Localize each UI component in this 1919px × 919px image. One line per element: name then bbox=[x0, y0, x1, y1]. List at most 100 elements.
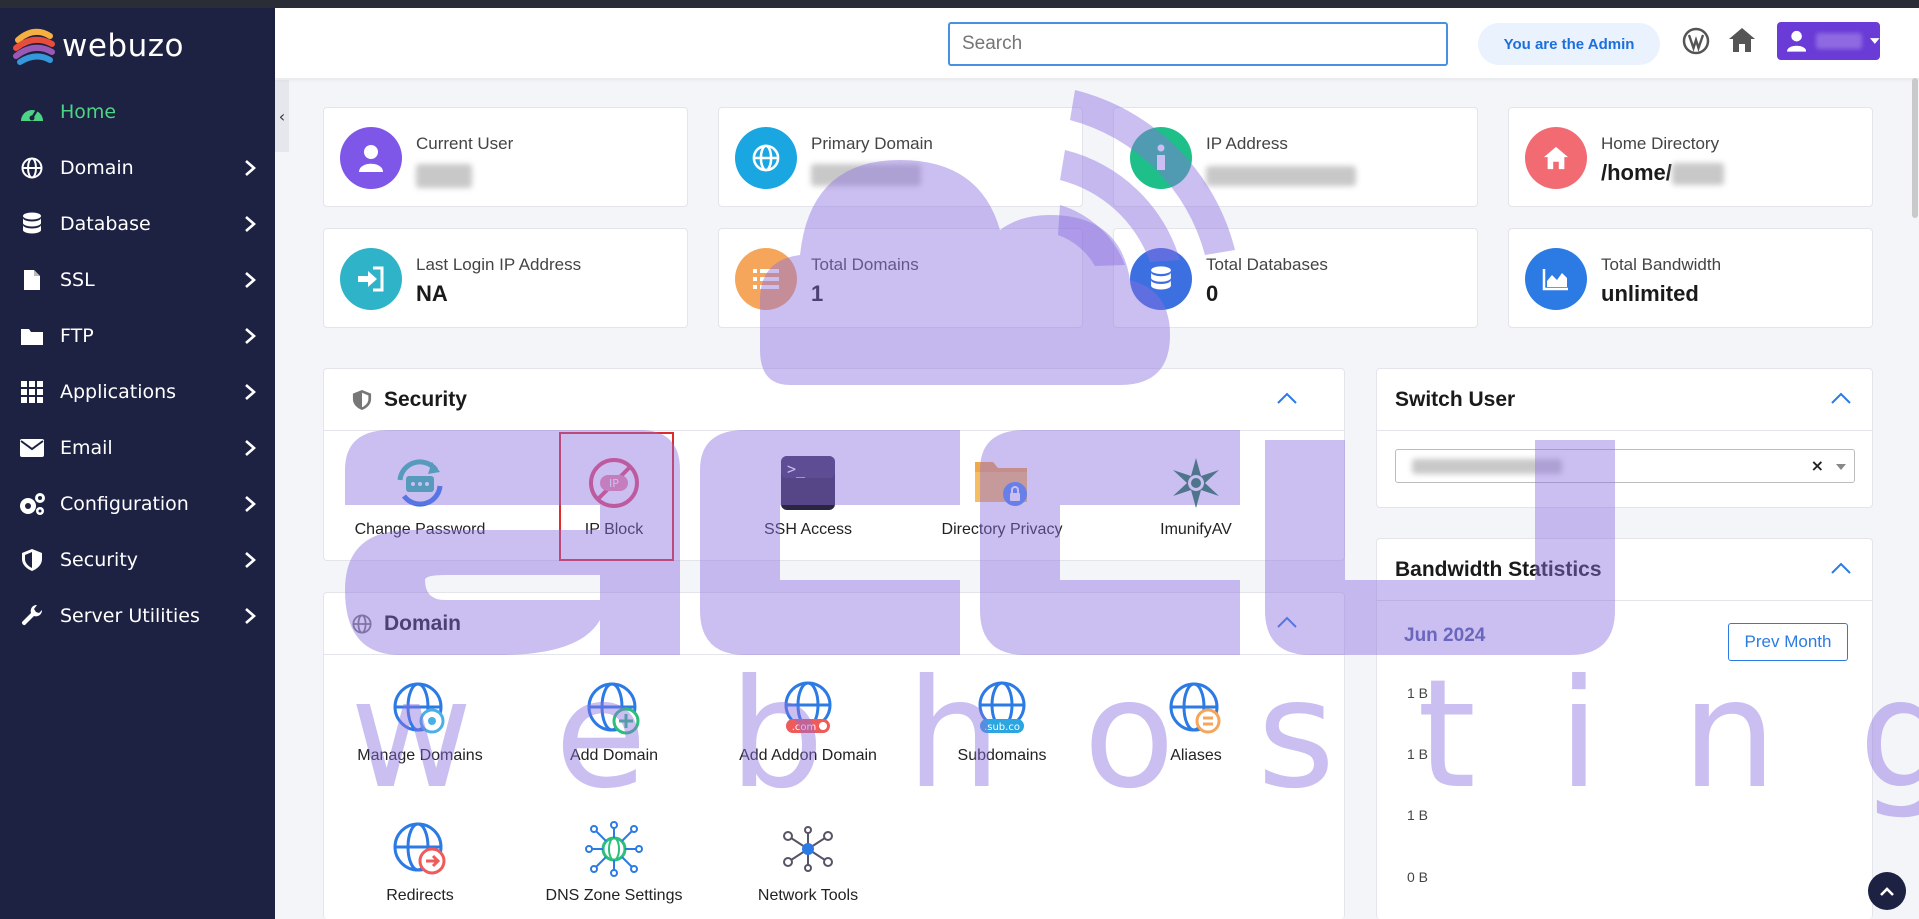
current-month: Jun 2024 bbox=[1404, 625, 1486, 646]
tool-subdomains[interactable]: .sub.co Subdomains bbox=[912, 681, 1092, 766]
chevron-right-icon bbox=[245, 496, 256, 512]
stat-card-current-user: Current User bbox=[323, 107, 688, 207]
admin-badge[interactable]: You are the Admin bbox=[1478, 23, 1660, 65]
tool-network-tools[interactable]: Network Tools bbox=[718, 821, 898, 906]
user-menu-button[interactable] bbox=[1777, 22, 1880, 60]
sidebar-item-label: Database bbox=[60, 213, 151, 235]
chevron-right-icon bbox=[245, 272, 256, 288]
sidebar-item-label: Email bbox=[60, 437, 113, 459]
globe-redirect-icon bbox=[393, 822, 446, 875]
sidebar-item-server-utilities[interactable]: Server Utilities bbox=[0, 588, 275, 644]
com-badge-text: .com bbox=[792, 722, 817, 733]
sidebar-item-home[interactable]: Home bbox=[0, 84, 275, 140]
clear-selection-icon[interactable]: × bbox=[1811, 456, 1824, 475]
home-icon[interactable] bbox=[1727, 26, 1757, 54]
tool-label: Network Tools bbox=[757, 887, 859, 904]
sidebar-item-label: Applications bbox=[60, 381, 177, 403]
shield-icon bbox=[352, 389, 372, 410]
chevron-up-icon[interactable] bbox=[1276, 615, 1298, 629]
scroll-to-top-button[interactable] bbox=[1868, 872, 1906, 910]
sidebar-item-database[interactable]: Database bbox=[0, 196, 275, 252]
caret-down-icon bbox=[1870, 38, 1880, 44]
tool-label: Change Password bbox=[354, 521, 486, 538]
tool-change-password[interactable]: Change Password bbox=[330, 455, 510, 540]
brand[interactable]: webuzo bbox=[12, 22, 184, 70]
tool-label: Aliases bbox=[1170, 747, 1222, 764]
tool-add-addon-domain[interactable]: .com Add Addon Domain bbox=[718, 681, 898, 766]
redacted-value bbox=[811, 164, 921, 186]
tool-add-domain[interactable]: Add Domain bbox=[524, 681, 704, 766]
stat-circle bbox=[735, 127, 797, 189]
stat-circle bbox=[1525, 248, 1587, 310]
folder-lock-icon bbox=[975, 462, 1027, 506]
bandwidth-header[interactable]: Bandwidth Statistics bbox=[1377, 539, 1872, 601]
chevron-right-icon bbox=[245, 440, 256, 456]
stat-circle bbox=[1130, 248, 1192, 310]
tool-imunifyav[interactable]: ImunifyAV bbox=[1106, 455, 1286, 540]
tool-label: DNS Zone Settings bbox=[545, 887, 683, 904]
switch-user-header[interactable]: Switch User bbox=[1377, 369, 1872, 431]
shield-icon bbox=[22, 549, 42, 571]
stat-value bbox=[811, 160, 921, 192]
list-icon bbox=[753, 269, 779, 289]
wordpress-icon[interactable] bbox=[1681, 26, 1711, 56]
tool-manage-domains[interactable]: Manage Domains bbox=[330, 681, 510, 766]
sidebar-item-configuration[interactable]: Configuration bbox=[0, 476, 275, 532]
stat-value: NA bbox=[416, 281, 448, 306]
sidebar-item-applications[interactable]: Applications bbox=[0, 364, 275, 420]
switch-user-select[interactable]: × bbox=[1395, 449, 1855, 483]
stat-circle bbox=[340, 248, 402, 310]
sidebar-item-email[interactable]: Email bbox=[0, 420, 275, 476]
tool-label: Manage Domains bbox=[357, 747, 483, 764]
sidebar-item-domain[interactable]: Domain bbox=[0, 140, 275, 196]
imunifyav-icon bbox=[1173, 458, 1219, 508]
file-icon bbox=[24, 270, 40, 290]
dashboard-icon bbox=[21, 109, 43, 121]
sidebar-collapse-toggle[interactable]: ‹ bbox=[275, 80, 289, 152]
terminal-icon: >_ bbox=[781, 456, 835, 510]
search-input[interactable] bbox=[948, 22, 1448, 66]
y-tick: 0 B bbox=[1407, 869, 1429, 885]
globe-add-icon bbox=[587, 682, 640, 735]
tool-directory-privacy[interactable]: Directory Privacy bbox=[912, 455, 1092, 540]
chevron-right-icon bbox=[245, 328, 256, 344]
sidebar-item-ftp[interactable]: FTP bbox=[0, 308, 275, 364]
user-icon bbox=[1787, 30, 1807, 52]
tool-dns-zone-settings[interactable]: DNS Zone Settings bbox=[524, 821, 704, 906]
stat-card-primary-domain: Primary Domain bbox=[718, 107, 1083, 207]
folder-icon bbox=[21, 329, 43, 345]
sub-badge-text: .sub.co bbox=[984, 722, 1020, 733]
window-top-strip bbox=[0, 0, 1919, 8]
brand-name: webuzo bbox=[62, 28, 184, 64]
stat-label: Primary Domain bbox=[811, 134, 933, 153]
tool-redirects[interactable]: Redirects bbox=[330, 821, 510, 906]
chevron-up-icon[interactable] bbox=[1830, 561, 1852, 575]
stat-value bbox=[1206, 160, 1356, 192]
switch-user-panel: Switch User × bbox=[1376, 368, 1873, 508]
sidebar-item-label: Home bbox=[60, 101, 117, 123]
info-icon bbox=[1157, 144, 1165, 170]
stat-value: 0 bbox=[1206, 281, 1219, 306]
chevron-left-icon: ‹ bbox=[278, 106, 286, 126]
stat-label: Current User bbox=[416, 134, 514, 153]
globe-icon bbox=[21, 157, 43, 179]
prev-month-button[interactable]: Prev Month bbox=[1728, 623, 1848, 661]
chevron-up-icon[interactable] bbox=[1830, 391, 1852, 405]
bandwidth-panel: Bandwidth Statistics Jun 2024 Prev Month… bbox=[1376, 538, 1873, 919]
y-tick: 1 B bbox=[1407, 807, 1429, 823]
network-nodes-icon bbox=[783, 826, 833, 872]
tool-label: Redirects bbox=[386, 887, 454, 904]
tool-aliases[interactable]: Aliases bbox=[1106, 681, 1286, 766]
security-panel-header[interactable]: Security bbox=[324, 369, 1344, 431]
domain-panel-header[interactable]: Domain bbox=[324, 593, 1344, 655]
sidebar-item-ssl[interactable]: SSL bbox=[0, 252, 275, 308]
tool-ssh-access[interactable]: >_ SSH Access bbox=[718, 455, 898, 540]
sidebar-item-security[interactable]: Security bbox=[0, 532, 275, 588]
tool-label: Directory Privacy bbox=[941, 521, 1063, 538]
tool-label: Subdomains bbox=[957, 747, 1047, 764]
stat-card-total-bandwidth: Total Bandwidth unlimited bbox=[1508, 228, 1873, 328]
sidebar-item-label: SSL bbox=[60, 269, 95, 291]
chevron-up-icon[interactable] bbox=[1276, 391, 1298, 405]
page-scrollbar[interactable] bbox=[1912, 78, 1918, 218]
tool-label: ImunifyAV bbox=[1160, 521, 1232, 538]
